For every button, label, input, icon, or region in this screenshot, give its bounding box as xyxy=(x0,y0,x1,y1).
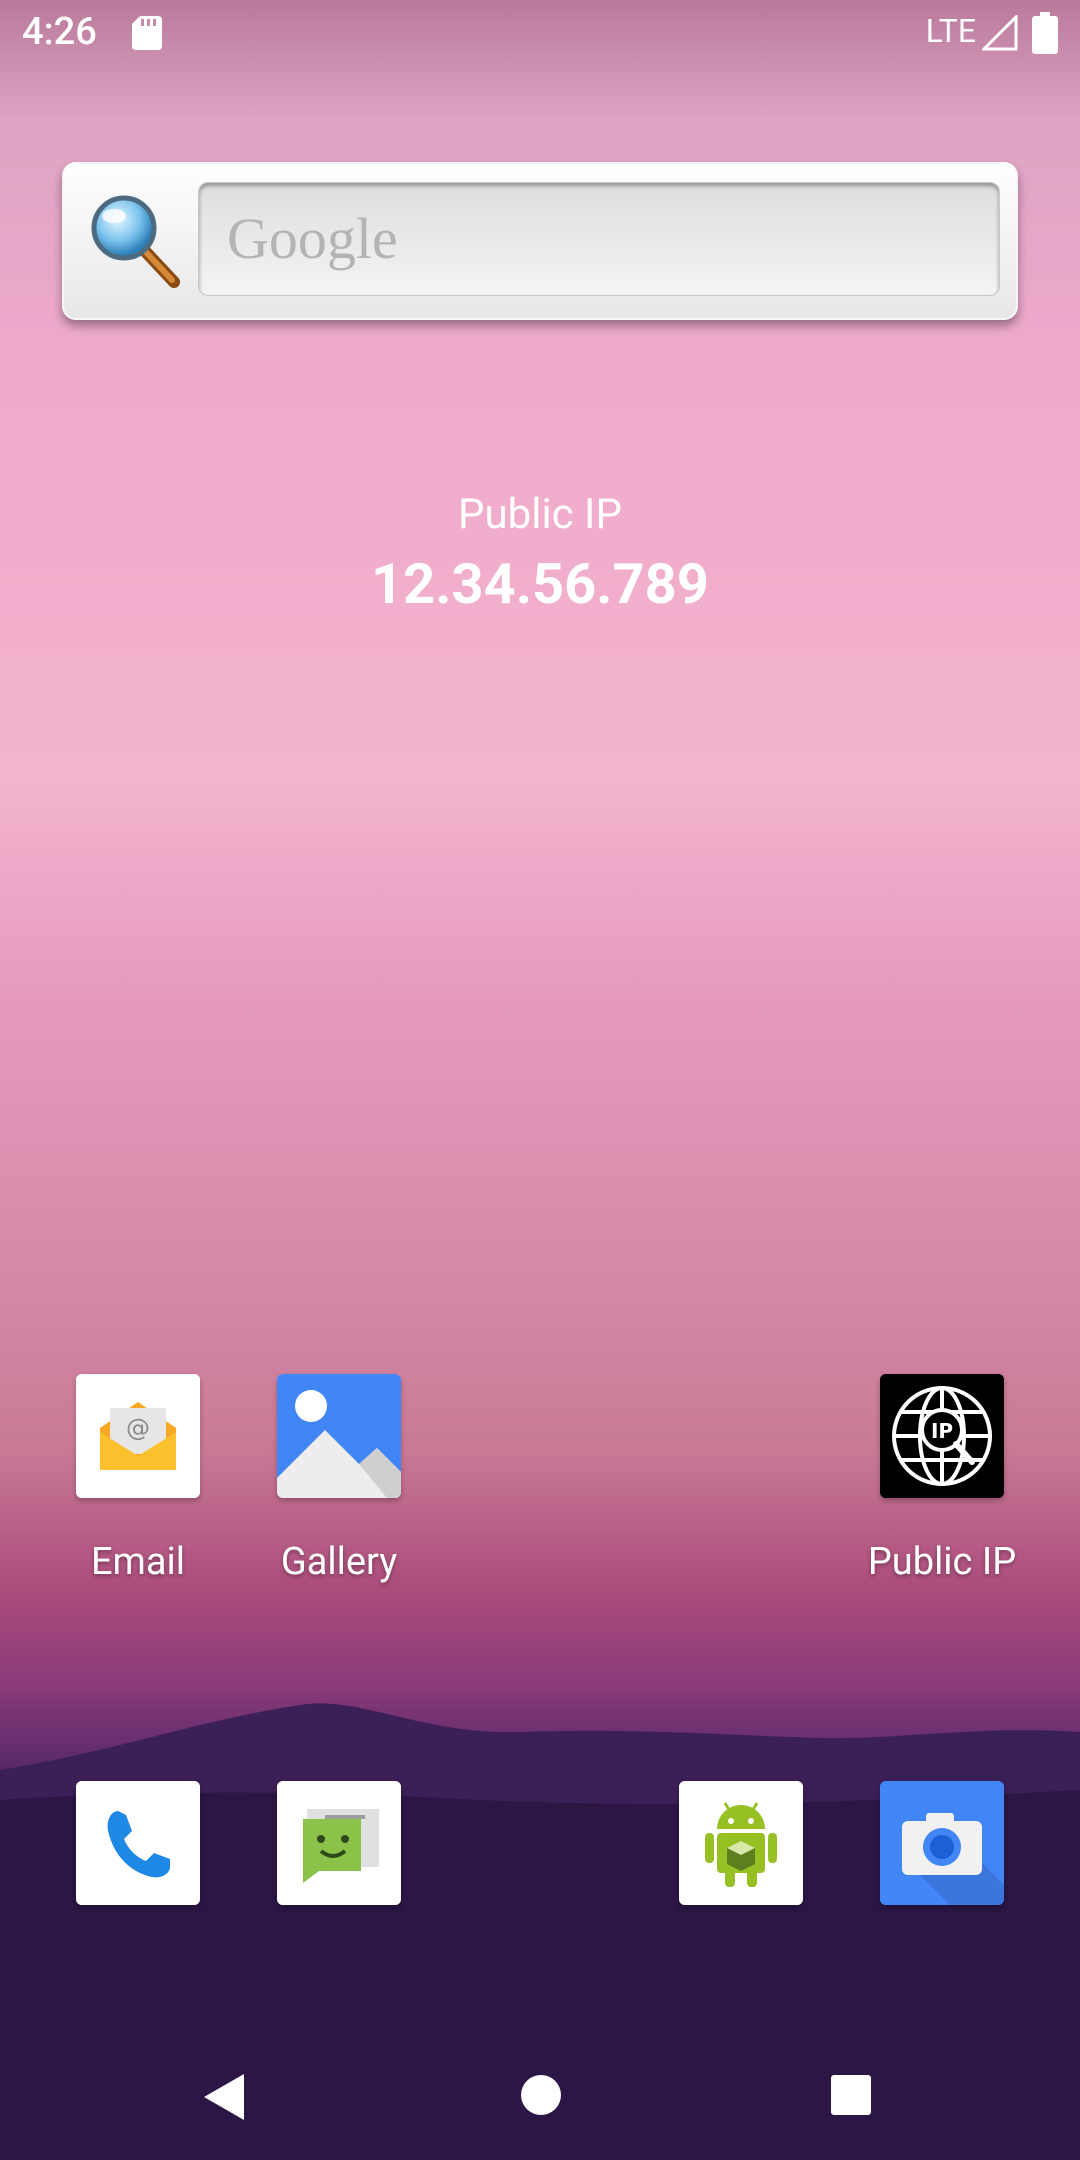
svg-text:@: @ xyxy=(126,1414,150,1442)
network-type: LTE xyxy=(925,12,976,50)
public-ip-widget[interactable]: Public IP 12.34.56.789 xyxy=(0,490,1080,617)
globe-ip-icon: IP xyxy=(880,1374,1004,1498)
app-public-ip[interactable]: IP xyxy=(880,1374,1004,1498)
ip-widget-title: Public IP xyxy=(458,490,622,539)
app-label-email: Email xyxy=(90,1540,186,1584)
search-input[interactable]: Google xyxy=(198,182,1000,296)
camera-icon xyxy=(880,1781,1004,1905)
ip-address: 12.34.56.789 xyxy=(371,551,709,617)
google-search-widget[interactable]: Google xyxy=(62,162,1018,320)
dock-messaging[interactable] xyxy=(277,1781,401,1905)
email-icon: @ xyxy=(76,1374,200,1498)
app-gallery[interactable] xyxy=(277,1374,401,1498)
dock-camera[interactable] xyxy=(880,1781,1004,1905)
svg-text:IP: IP xyxy=(931,1419,953,1443)
signal-icon xyxy=(982,15,1018,51)
battery-icon xyxy=(1032,12,1058,54)
dock-android-app[interactable] xyxy=(679,1781,803,1905)
messaging-icon xyxy=(277,1781,401,1905)
status-time: 4:26 xyxy=(22,10,97,54)
magnifier-icon[interactable] xyxy=(84,190,184,290)
search-placeholder: Google xyxy=(227,206,398,271)
navigation-bar xyxy=(0,2040,1080,2160)
phone-icon xyxy=(76,1781,200,1905)
android-app-icon xyxy=(679,1781,803,1905)
dock-phone[interactable] xyxy=(76,1781,200,1905)
recents-icon[interactable] xyxy=(830,2074,872,2116)
app-email[interactable]: @ xyxy=(76,1374,200,1498)
status-bar: 4:26 LTE xyxy=(0,0,1080,64)
app-label-gallery: Gallery xyxy=(280,1540,398,1584)
gallery-icon xyxy=(277,1374,401,1498)
app-label-public-ip: Public IP xyxy=(867,1540,1017,1584)
back-icon[interactable] xyxy=(202,2072,246,2122)
home-icon[interactable] xyxy=(520,2074,562,2116)
sd-card-icon xyxy=(132,16,162,50)
